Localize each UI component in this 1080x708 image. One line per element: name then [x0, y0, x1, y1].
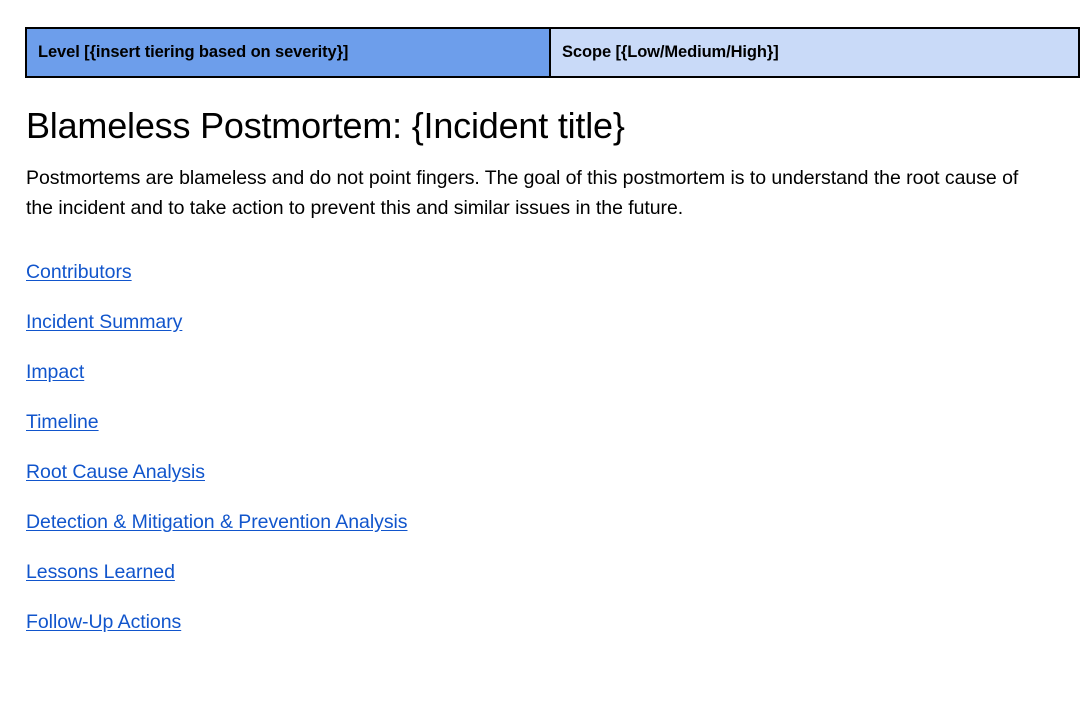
toc-link-lessons-learned[interactable]: Lessons Learned — [26, 560, 175, 584]
toc-link-timeline[interactable]: Timeline — [26, 410, 99, 434]
toc-link-incident-summary[interactable]: Incident Summary — [26, 310, 182, 334]
toc-link-impact[interactable]: Impact — [26, 360, 84, 384]
intro-paragraph: Postmortems are blameless and do not poi… — [26, 167, 1019, 220]
toc-link-detection-mitigation-prevention-analysis[interactable]: Detection & Mitigation & Prevention Anal… — [26, 510, 408, 534]
list-item: Detection & Mitigation & Prevention Anal… — [26, 510, 1055, 560]
table-row: Level [{insert tiering based on severity… — [25, 27, 1080, 78]
list-item: Lessons Learned — [26, 560, 1055, 610]
toc-link-contributors[interactable]: Contributors — [26, 260, 132, 284]
page-title: Blameless Postmortem: {Incident title} — [26, 105, 625, 146]
document-page: Level [{insert tiering based on severity… — [0, 0, 1080, 708]
scope-cell[interactable]: Scope [{Low/Medium/High}] — [549, 27, 1080, 78]
list-item: Root Cause Analysis — [26, 460, 1055, 510]
table-of-contents: Contributors Incident Summary Impact Tim… — [26, 260, 1055, 660]
list-item: Timeline — [26, 410, 1055, 460]
list-item: Incident Summary — [26, 310, 1055, 360]
toc-link-root-cause-analysis[interactable]: Root Cause Analysis — [26, 460, 205, 484]
level-cell[interactable]: Level [{insert tiering based on severity… — [25, 27, 551, 78]
list-item: Contributors — [26, 260, 1055, 310]
list-item: Impact — [26, 360, 1055, 410]
incident-meta-table: Level [{insert tiering based on severity… — [25, 27, 1080, 78]
list-item: Follow-Up Actions — [26, 610, 1055, 660]
toc-link-follow-up-actions[interactable]: Follow-Up Actions — [26, 610, 181, 634]
